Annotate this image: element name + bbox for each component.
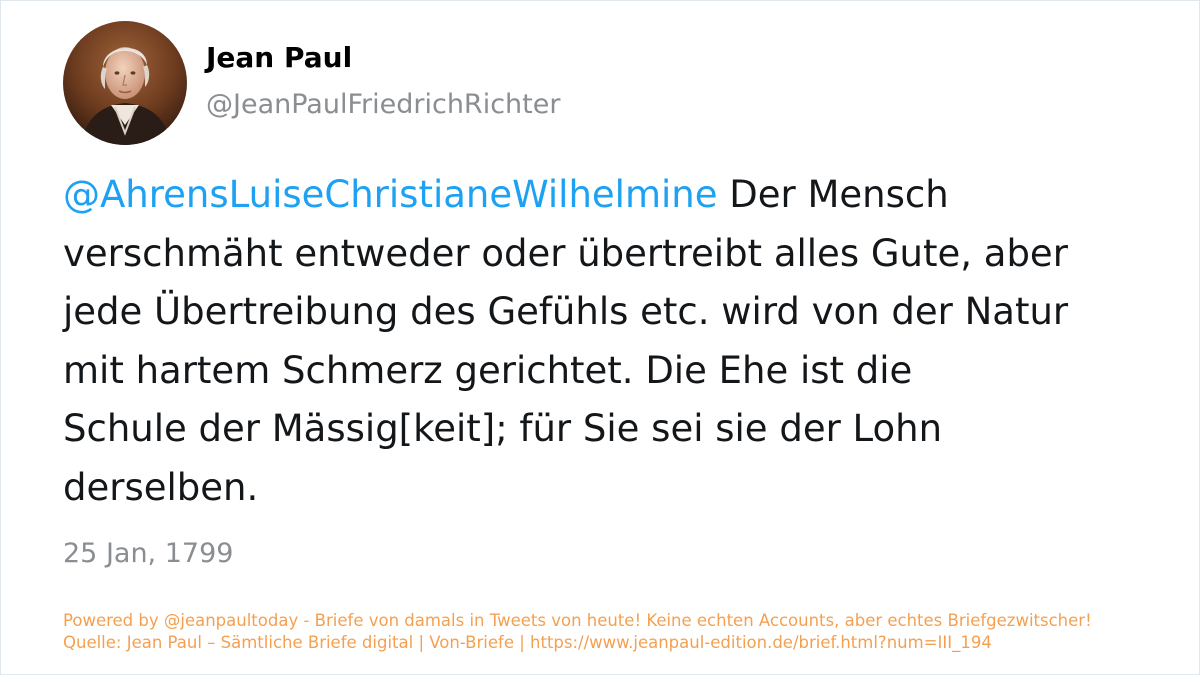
tweet-text-line-5: Schule der Mässig[keit]; für Sie sei sie… xyxy=(63,407,943,450)
mention-link[interactable]: @AhrensLuiseChristianeWilhelmine xyxy=(63,173,717,216)
tweet-text-line-2: verschmäht entweder oder übertreibt alle… xyxy=(63,231,1068,275)
tweet-text-line-1: Der Mensch xyxy=(717,173,949,216)
footer-source: Quelle: Jean Paul – Sämtliche Briefe dig… xyxy=(63,633,992,652)
tweet-text-line-3: jede Übertreibung des Gefühls etc. wird … xyxy=(63,290,1069,333)
tweet-date[interactable]: 25 Jan, 1799 xyxy=(63,538,233,569)
portrait-avatar-icon xyxy=(63,21,187,145)
tweet-text-line-6: derselben. xyxy=(63,465,259,509)
tweet-card: Jean Paul @JeanPaulFriedrichRichter @Ahr… xyxy=(0,0,1200,675)
avatar[interactable] xyxy=(63,21,187,145)
tweet-text: @AhrensLuiseChristianeWilhelmine Der Men… xyxy=(63,166,1153,517)
display-name[interactable]: Jean Paul xyxy=(206,41,352,74)
tweet-text-line-4: mit hartem Schmerz gerichtet. Die Ehe is… xyxy=(63,348,913,392)
footer-powered-by: Powered by @jeanpaultoday - Briefe von d… xyxy=(63,611,1092,630)
footer: Powered by @jeanpaultoday - Briefe von d… xyxy=(63,610,1092,654)
user-handle[interactable]: @JeanPaulFriedrichRichter xyxy=(206,89,560,120)
